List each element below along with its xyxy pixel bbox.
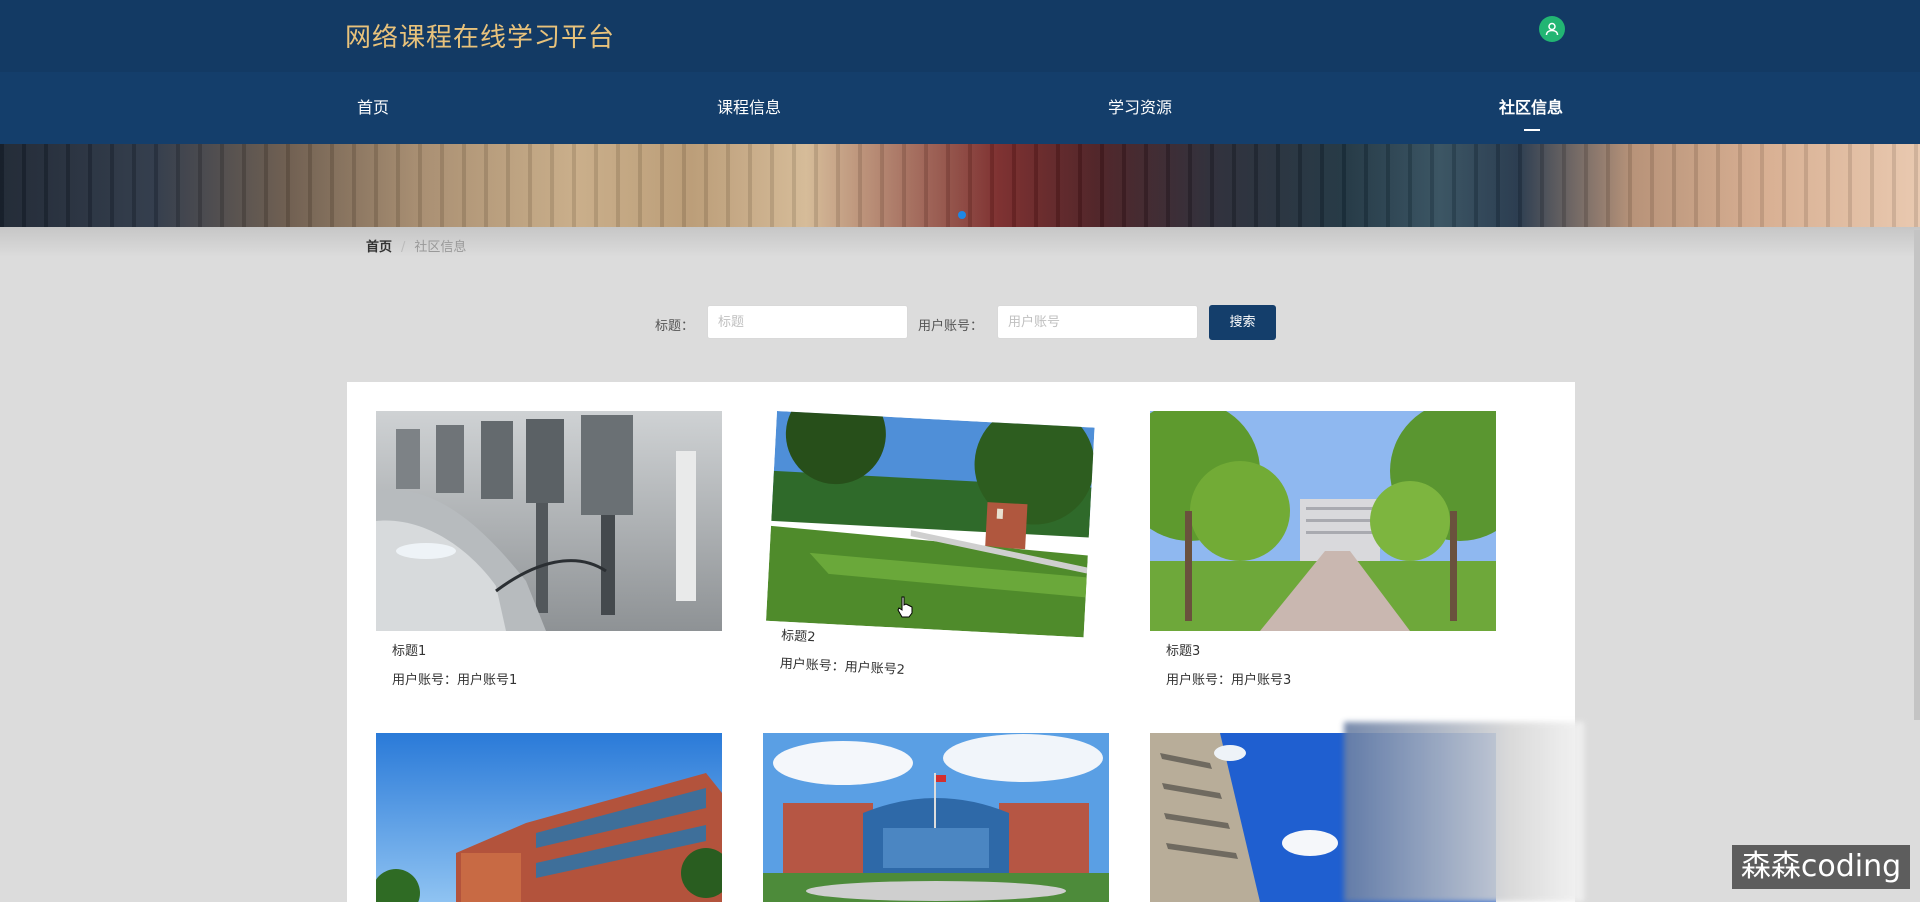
nav-item-courses[interactable]: 课程信息	[717, 72, 781, 144]
account-search-label: 用户账号：	[918, 319, 984, 334]
carousel-indicator-dot[interactable]	[958, 211, 966, 219]
breadcrumb: 首页 / 社区信息	[366, 236, 466, 255]
breadcrumb-separator: /	[401, 240, 406, 255]
watermark: 森森coding	[1732, 845, 1910, 889]
active-nav-indicator	[1524, 129, 1540, 131]
user-avatar-icon[interactable]	[1539, 16, 1565, 42]
banner-shadow	[0, 227, 1920, 257]
nav-item-home[interactable]: 首页	[357, 72, 389, 144]
top-header: 网络课程在线学习平台	[0, 0, 1920, 72]
hand-pointer-cursor-icon	[897, 596, 913, 622]
card-title: 标题1	[392, 644, 427, 659]
account-search-input[interactable]	[997, 305, 1198, 339]
search-button[interactable]: 搜索	[1209, 305, 1276, 340]
nav-item-community[interactable]: 社区信息	[1499, 72, 1563, 144]
card-title: 标题3	[1166, 644, 1201, 659]
card-image-tree-lined-road[interactable]	[1150, 411, 1496, 631]
nav-item-resources[interactable]: 学习资源	[1108, 72, 1172, 144]
card-title: 标题2	[780, 628, 816, 646]
card-image-campus-gate[interactable]	[763, 733, 1109, 902]
main-nav: 首页 课程信息 学习资源 社区信息	[0, 72, 1920, 144]
title-search-label: 标题：	[655, 319, 695, 334]
page-scrollbar[interactable]	[1914, 230, 1920, 720]
breadcrumb-home-link[interactable]: 首页	[366, 240, 392, 255]
card-image-campus-lawn[interactable]	[766, 411, 1095, 638]
card-image-brick-building[interactable]	[376, 733, 722, 902]
card-account: 用户账号：用户账号2	[779, 656, 906, 679]
card-account: 用户账号：用户账号1	[392, 673, 518, 688]
card-account: 用户账号：用户账号3	[1166, 673, 1292, 688]
site-title[interactable]: 网络课程在线学习平台	[345, 17, 615, 54]
breadcrumb-current: 社区信息	[414, 240, 467, 255]
card-image-electric-car[interactable]	[376, 411, 722, 631]
title-search-input[interactable]	[707, 305, 908, 339]
blurred-overlay	[1344, 722, 1584, 902]
